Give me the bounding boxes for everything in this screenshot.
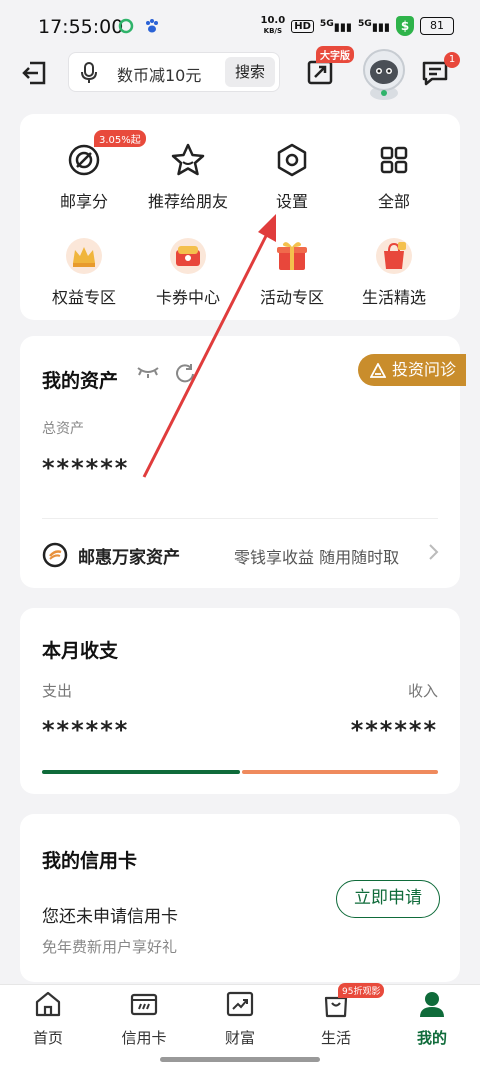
security-shield-icon: $ bbox=[396, 16, 414, 36]
nav-item-mine[interactable]: 我的 bbox=[384, 989, 480, 1048]
menu-item-all[interactable]: 全部 bbox=[344, 140, 444, 212]
nav-label: 首页 bbox=[32, 1029, 63, 1047]
shopping-icon bbox=[376, 238, 412, 274]
nav-item-life[interactable]: 95折观影 生活 bbox=[288, 983, 385, 1048]
nav-item-wealth[interactable]: 财富 bbox=[192, 989, 288, 1048]
astronaut-avatar[interactable] bbox=[358, 46, 410, 100]
monthly-income-expense-card[interactable]: 本月收支 支出 收入 ****** ****** bbox=[20, 608, 460, 794]
settings-icon bbox=[277, 143, 307, 177]
nav-label: 财富 bbox=[224, 1029, 255, 1047]
credit-card-text: 您还未申请信用卡 bbox=[42, 907, 178, 927]
net-speed: 10.0 KB/S bbox=[260, 15, 286, 36]
search-button[interactable]: 搜索 bbox=[225, 57, 275, 87]
assets-title: 我的资产 bbox=[42, 370, 119, 392]
my-assets-card: 我的资产 投资问诊 总资产 ****** 邮惠万家资产 零钱享收益 随用随时取 bbox=[20, 336, 466, 588]
battery-icon: 81 bbox=[420, 17, 454, 35]
menu-item-settings[interactable]: 设置 bbox=[242, 140, 342, 212]
menu-item-label: 全部 bbox=[377, 192, 410, 211]
apply-now-button[interactable]: 立即申请 bbox=[336, 880, 440, 918]
menu-item-label: 活动专区 bbox=[259, 288, 324, 307]
income-label: 收入 bbox=[407, 682, 438, 700]
diagnose-icon bbox=[370, 362, 386, 378]
menu-item-label: 卡券中心 bbox=[155, 288, 220, 307]
user-icon bbox=[420, 992, 444, 1017]
eye-closed-icon[interactable] bbox=[136, 364, 160, 380]
menu-item-recommend[interactable]: 推荐给朋友 bbox=[138, 140, 238, 212]
credit-card-icon bbox=[130, 993, 158, 1016]
credit-card-title: 我的信用卡 bbox=[42, 850, 138, 872]
menu-item-label: 生活精选 bbox=[361, 288, 426, 307]
expense-value: ****** bbox=[42, 716, 130, 744]
grid-icon bbox=[380, 146, 408, 174]
nav-label: 信用卡 bbox=[121, 1029, 167, 1047]
expense-label: 支出 bbox=[42, 682, 73, 700]
status-time: 17:55:00 bbox=[38, 16, 124, 38]
home-indicator bbox=[160, 1057, 320, 1062]
menu-item-label: 邮享分 bbox=[59, 192, 108, 211]
nav-label: 我的 bbox=[416, 1029, 447, 1047]
search-bar[interactable]: 数币减10元 搜索 bbox=[68, 52, 280, 92]
invest-diagnose-button[interactable]: 投资问诊 bbox=[358, 354, 466, 386]
expense-bar bbox=[42, 770, 240, 774]
income-bar bbox=[242, 770, 438, 774]
paw-app-icon bbox=[146, 19, 158, 33]
crown-icon bbox=[66, 238, 102, 274]
monthly-title: 本月收支 bbox=[42, 640, 119, 662]
exit-icon[interactable] bbox=[20, 58, 50, 88]
home-icon bbox=[35, 991, 61, 1017]
search-placeholder: 数币减10元 bbox=[117, 66, 202, 85]
diagnose-label: 投资问诊 bbox=[392, 360, 457, 379]
total-assets-value: ****** bbox=[42, 454, 130, 482]
nav-item-credit-card[interactable]: 信用卡 bbox=[96, 989, 192, 1048]
quick-menu-card: 3.05%起 邮享分 推荐给朋友 设置 全部 权益专区 卡券中心 活动专区 生活… bbox=[20, 114, 460, 320]
wealth-chart-icon bbox=[226, 991, 254, 1017]
credit-card-card: 我的信用卡 您还未申请信用卡 免年费新用户享好礼 立即申请 bbox=[20, 814, 460, 982]
credit-card-subtext: 免年费新用户享好礼 bbox=[42, 938, 178, 956]
menu-item-label: 权益专区 bbox=[51, 288, 116, 307]
menu-item-label: 推荐给朋友 bbox=[147, 192, 228, 211]
menu-item-life[interactable]: 生活精选 bbox=[344, 236, 444, 308]
income-expense-bar bbox=[42, 770, 438, 774]
divider bbox=[42, 518, 438, 519]
income-value: ****** bbox=[350, 716, 438, 744]
big-font-badge: 大字版 bbox=[316, 46, 354, 63]
youhui-description[interactable]: 零钱享收益 随用随时取 bbox=[234, 544, 399, 568]
status-app-icons bbox=[118, 18, 160, 34]
movie-discount-badge: 95折观影 bbox=[338, 983, 385, 998]
hd-indicator: HD bbox=[291, 19, 314, 33]
menu-item-benefits[interactable]: 权益专区 bbox=[34, 236, 134, 308]
coupon-icon bbox=[170, 238, 206, 274]
chevron-right-icon[interactable] bbox=[428, 542, 440, 562]
gift-icon bbox=[277, 242, 307, 270]
star-icon bbox=[171, 143, 205, 176]
youhui-logo-icon bbox=[42, 542, 68, 568]
nav-label: 生活 bbox=[320, 1029, 351, 1047]
youhui-title[interactable]: 邮惠万家资产 bbox=[78, 543, 180, 568]
menu-item-label: 设置 bbox=[275, 192, 308, 211]
menu-item-points[interactable]: 3.05%起 邮享分 bbox=[34, 130, 146, 212]
microphone-icon[interactable] bbox=[79, 62, 99, 84]
signal-icon-2: 5G▮▮▮ bbox=[357, 18, 390, 34]
bottom-nav: 首页 信用卡 财富 95折观影 生活 我的 bbox=[0, 983, 480, 1072]
signal-icon: 5G▮▮▮ bbox=[319, 18, 352, 34]
total-assets-label: 总资产 bbox=[42, 421, 84, 437]
notification-app-icon bbox=[118, 18, 134, 34]
nav-item-home[interactable]: 首页 bbox=[0, 989, 96, 1048]
message-count-badge: 1 bbox=[444, 52, 460, 68]
refresh-icon[interactable] bbox=[174, 362, 196, 384]
menu-item-activities[interactable]: 活动专区 bbox=[242, 236, 342, 308]
menu-item-coupons[interactable]: 卡券中心 bbox=[138, 236, 238, 308]
top-header: 数币减10元 搜索 大字版 1 bbox=[0, 46, 480, 100]
